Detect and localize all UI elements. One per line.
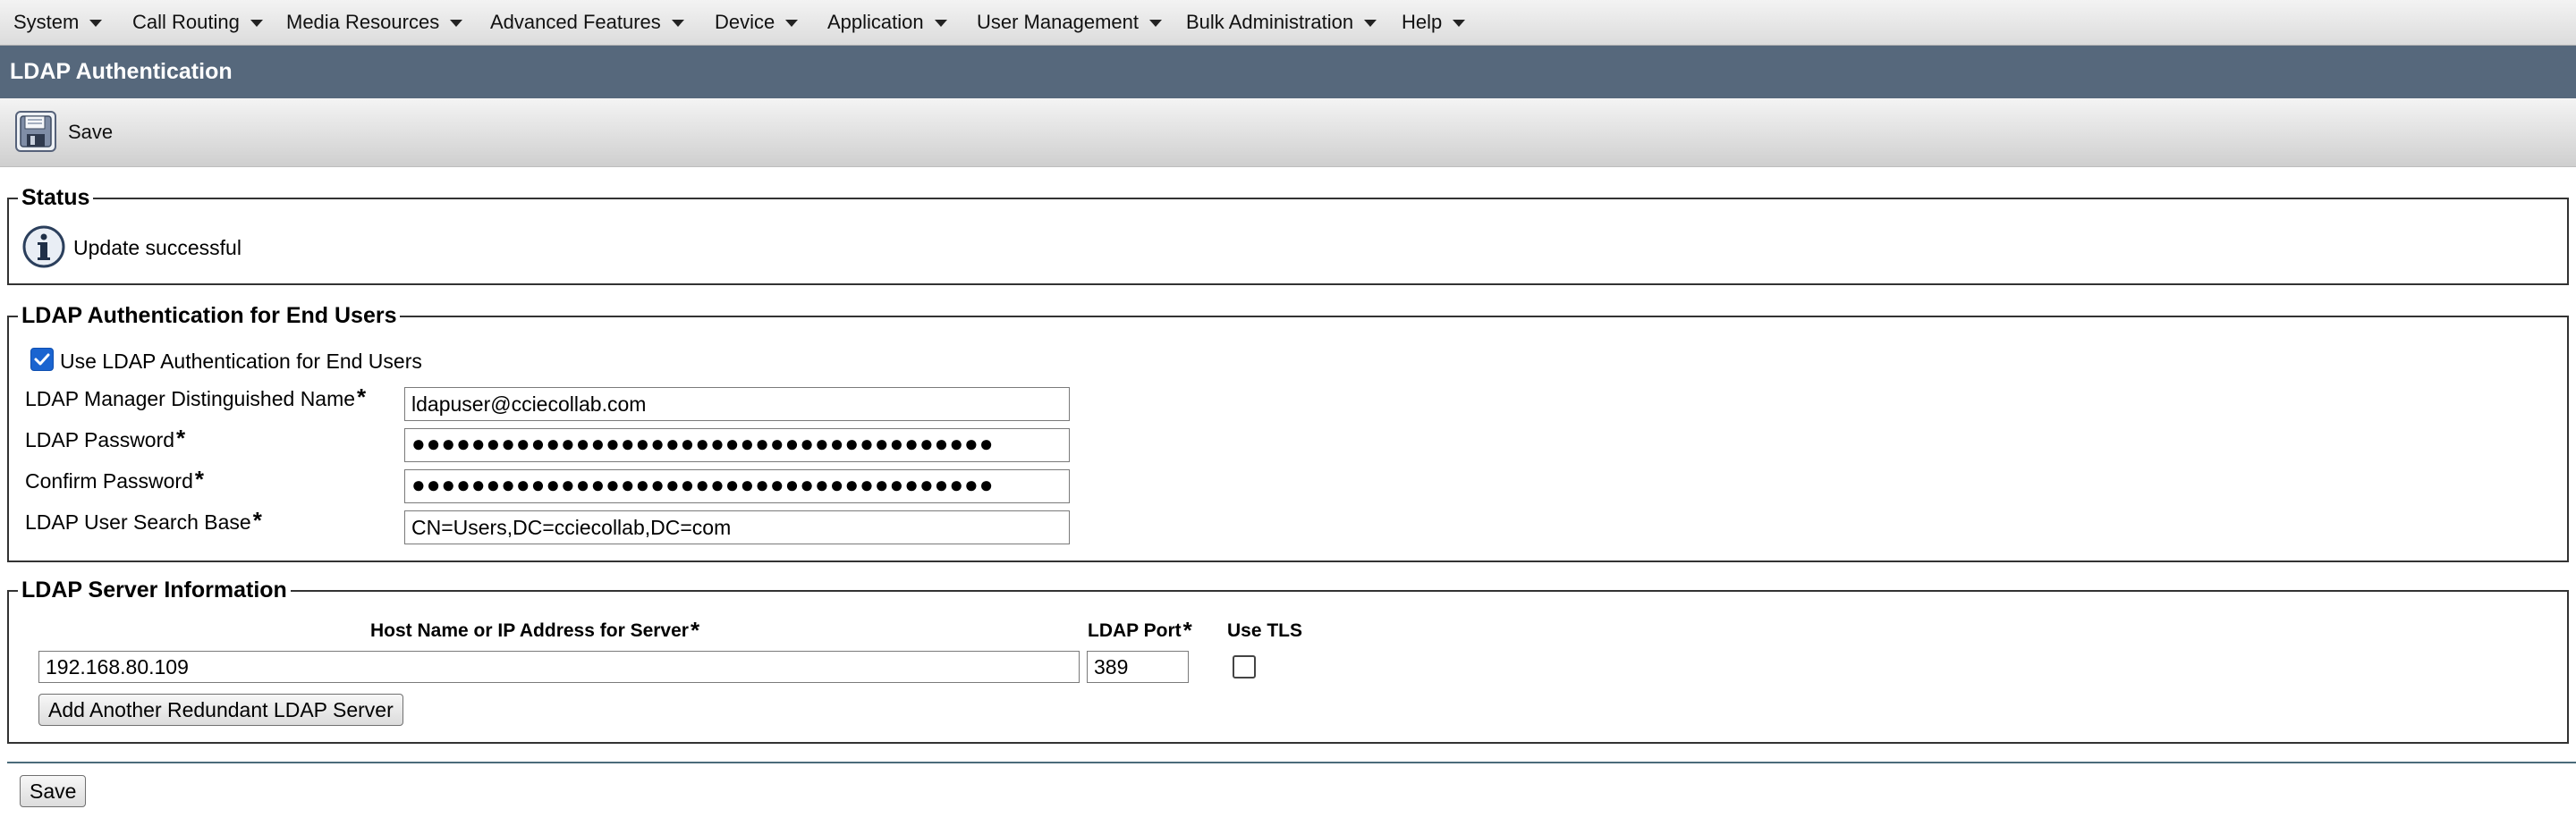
password-label-text: LDAP Password <box>25 428 175 451</box>
menu-label: Media Resources <box>286 11 440 33</box>
manager-dn-label: LDAP Manager Distinguished Name* <box>25 384 367 415</box>
menu-label: System <box>13 11 80 33</box>
chevron-down-icon <box>450 20 463 28</box>
chevron-down-icon <box>89 20 103 28</box>
menu-advanced-features[interactable]: Advanced Features <box>490 0 684 45</box>
required-mark: * <box>194 466 205 493</box>
use-ldap-label: Use LDAP Authentication for End Users <box>60 350 422 373</box>
confirm-password-label: Confirm Password* <box>25 466 205 497</box>
menu-user-management[interactable]: User Management <box>977 0 1162 45</box>
confirm-password-label-text: Confirm Password <box>25 469 193 493</box>
chevron-down-icon <box>250 20 263 28</box>
required-mark: * <box>690 617 700 644</box>
use-tls-checkbox[interactable] <box>1233 655 1256 678</box>
menu-label: User Management <box>977 11 1139 33</box>
end-users-legend: LDAP Authentication for End Users <box>18 303 401 328</box>
chevron-down-icon <box>934 20 947 28</box>
required-mark: * <box>176 425 186 451</box>
required-mark: * <box>357 384 367 410</box>
chevron-down-icon <box>1364 20 1377 28</box>
menu-label: Call Routing <box>132 11 240 33</box>
port-header: LDAP Port* <box>1088 617 1192 648</box>
server-section: LDAP Server Information Host Name or IP … <box>7 577 2569 744</box>
status-legend: Status <box>18 185 94 210</box>
menu-label: Advanced Features <box>490 11 661 33</box>
tls-header: Use TLS <box>1227 620 1303 641</box>
chevron-down-icon <box>1453 20 1466 28</box>
password-label: LDAP Password* <box>25 425 186 456</box>
top-menu-bar: System Call Routing Media Resources Adva… <box>0 0 2576 46</box>
divider <box>7 762 2576 763</box>
page-title: LDAP Authentication <box>10 59 233 84</box>
menu-label: Bulk Administration <box>1186 11 1354 33</box>
host-header-text: Host Name or IP Address for Server <box>370 620 689 641</box>
status-section: Status Update successful <box>7 185 2569 285</box>
port-header-text: LDAP Port <box>1088 620 1182 641</box>
required-mark: * <box>1182 617 1192 644</box>
search-base-label: LDAP User Search Base* <box>25 507 262 538</box>
end-users-section: LDAP Authentication for End Users Use LD… <box>7 303 2569 562</box>
manager-dn-label-text: LDAP Manager Distinguished Name <box>25 387 356 410</box>
menu-application[interactable]: Application <box>827 0 947 45</box>
use-ldap-checkbox[interactable] <box>30 348 54 371</box>
search-base-input[interactable] <box>404 510 1070 544</box>
confirm-password-input[interactable]: ●●●●●●●●●●●●●●●●●●●●●●●●●●●●●●●●●●●●●●● <box>404 469 1070 503</box>
footer-save-button[interactable]: Save <box>20 775 87 807</box>
menu-device[interactable]: Device <box>715 0 799 45</box>
host-header: Host Name or IP Address for Server* <box>370 617 700 648</box>
toolbar-save-button[interactable]: Save <box>68 98 113 166</box>
server-legend: LDAP Server Information <box>18 577 291 603</box>
menu-help[interactable]: Help <box>1402 0 1466 45</box>
menu-label: Application <box>827 11 924 33</box>
port-input[interactable] <box>1087 651 1189 683</box>
chevron-down-icon <box>1148 20 1162 28</box>
page-title-bar: LDAP Authentication <box>0 46 2576 98</box>
host-input[interactable] <box>38 651 1080 683</box>
menu-call-routing[interactable]: Call Routing <box>132 0 263 45</box>
password-input[interactable]: ●●●●●●●●●●●●●●●●●●●●●●●●●●●●●●●●●●●●●●● <box>404 428 1070 462</box>
add-redundant-ldap-server-button[interactable]: Add Another Redundant LDAP Server <box>38 694 403 726</box>
chevron-down-icon <box>785 20 799 28</box>
menu-system[interactable]: System <box>13 0 103 45</box>
status-message: Update successful <box>73 236 242 259</box>
menu-label: Device <box>715 11 775 33</box>
required-mark: * <box>252 507 262 534</box>
menu-label: Help <box>1402 11 1443 33</box>
floppy-disk-icon[interactable] <box>15 111 56 152</box>
manager-dn-input[interactable] <box>404 387 1070 421</box>
toolbar: Save <box>0 98 2576 167</box>
search-base-label-text: LDAP User Search Base <box>25 510 251 534</box>
menu-bulk-administration[interactable]: Bulk Administration <box>1186 0 1377 45</box>
checkmark-icon <box>34 353 50 366</box>
info-icon <box>21 224 66 269</box>
chevron-down-icon <box>671 20 684 28</box>
menu-media-resources[interactable]: Media Resources <box>286 0 463 45</box>
